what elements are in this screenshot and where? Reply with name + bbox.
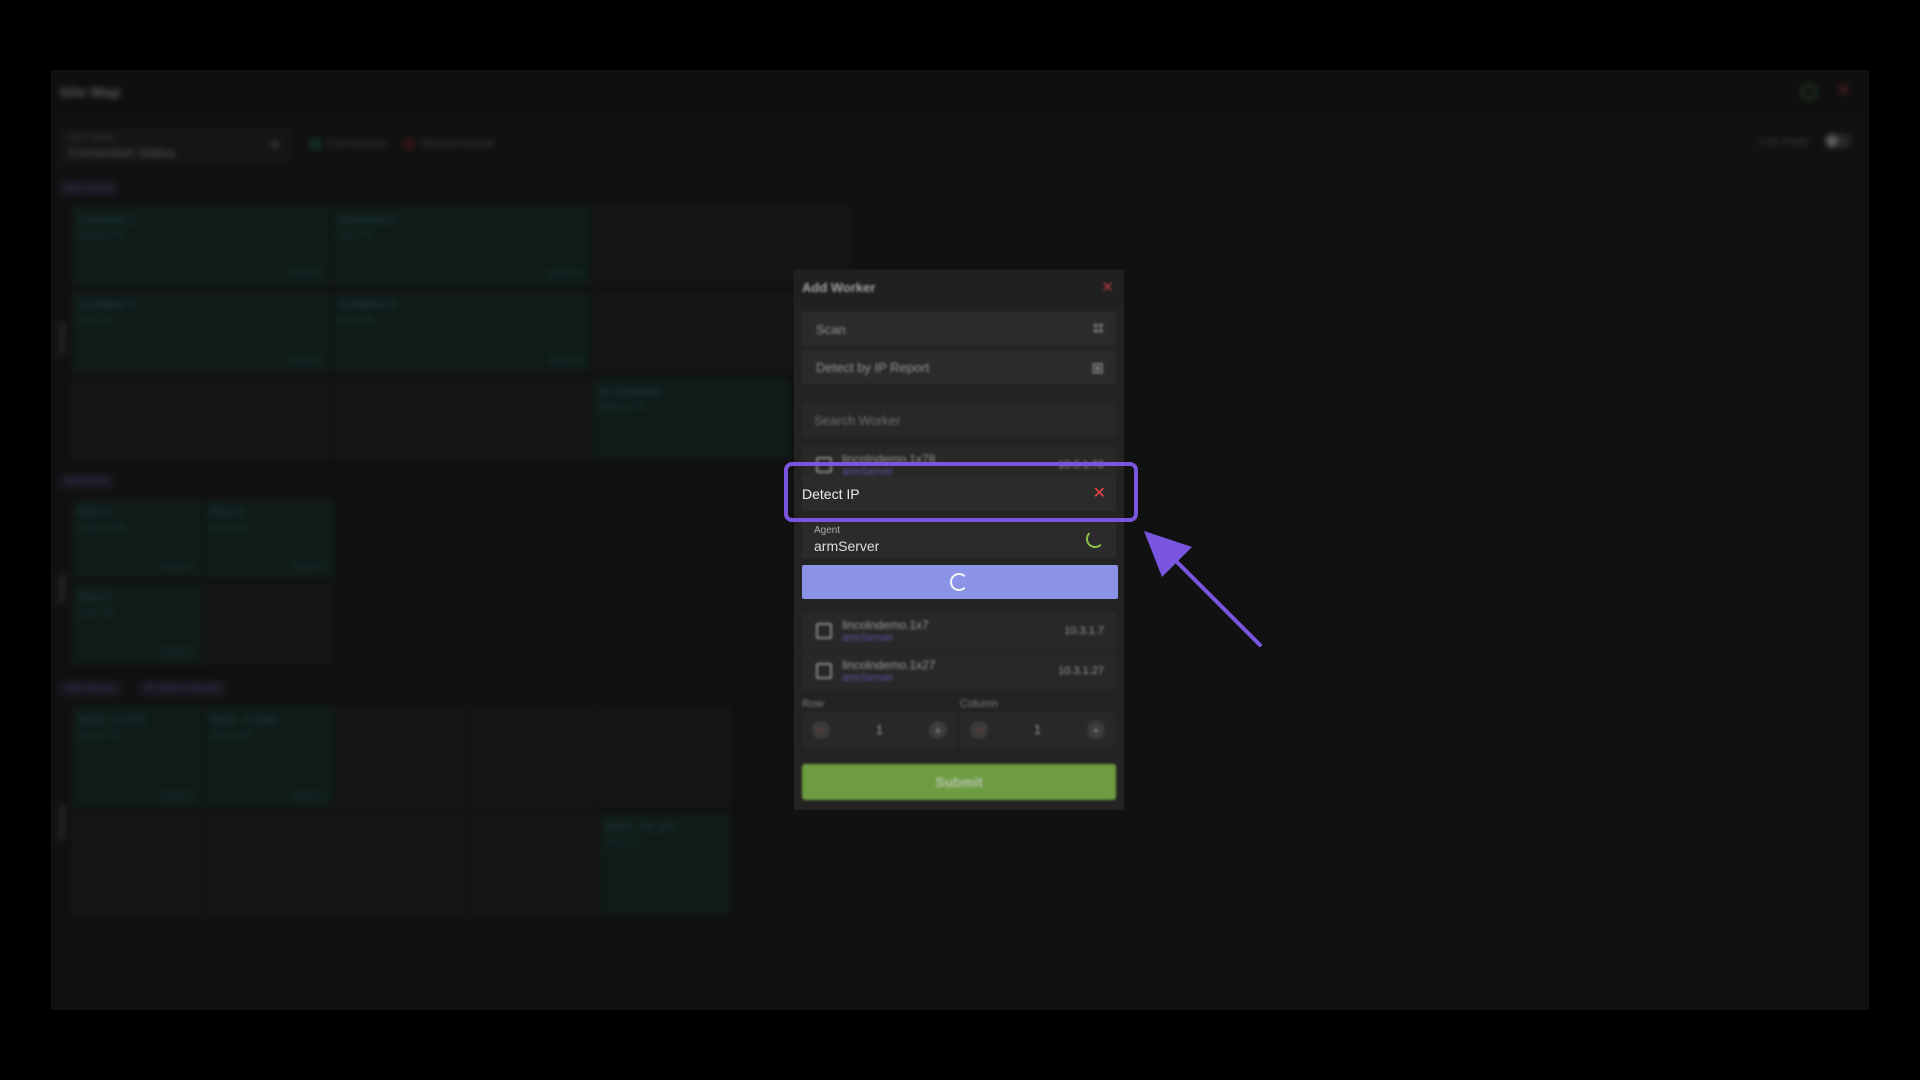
report-icon: ⊞ [1091,360,1104,377]
column-stepper[interactable]: − 1 + [960,712,1115,748]
detect-by-ip-report-option[interactable]: Detect by IP Report ⊞ [802,350,1116,384]
loading-spinner-icon [950,573,968,591]
search-worker-input[interactable]: Search Worker [802,402,1116,438]
worker-ip: 10.3.1.7 [1064,625,1104,637]
highlight-box [784,462,1138,522]
worker-checkbox[interactable] [816,663,832,679]
agent-label: Agent [814,525,841,536]
detect-by-ip-report-label: Detect by IP Report [816,360,930,375]
worker-name: lincolndemo.1x7 [842,618,929,632]
column-label: Column [960,698,998,710]
pointer-arrow-icon [1144,531,1262,647]
worker-ip: 10.3.1.27 [1058,665,1104,677]
dialog-title: Add Worker [802,280,876,295]
row-label: Row [802,698,825,710]
worker-agent: armServer [842,632,894,644]
worker-checkbox[interactable] [816,623,832,639]
detect-ip-loading-button[interactable] [802,565,1118,599]
plus-icon[interactable]: + [929,721,947,739]
scan-icon: ⌗ [1092,318,1104,340]
plus-icon[interactable]: + [1087,721,1105,739]
screenshot-frame: Site Map ✕ View Mode Connection Status ▼… [0,0,1920,1080]
submit-button[interactable]: Submit [802,764,1116,800]
scan-option[interactable]: Scan ⌗ [802,312,1116,346]
row-stepper[interactable]: − 1 + [802,712,957,748]
dialog-header: Add Worker ✕ [794,270,1124,306]
loading-spinner-icon [1086,530,1104,548]
worker-list-item[interactable]: lincolndemo.1x7 armServer 10.3.1.7 [802,612,1116,650]
agent-select[interactable]: Agent armServer [802,522,1116,558]
worker-name: lincolndemo.1x27 [842,658,936,672]
worker-list-item[interactable]: lincolndemo.1x27 armServer 10.3.1.27 [802,652,1116,690]
scan-label: Scan [816,322,846,337]
dialog-close-icon[interactable]: ✕ [1101,278,1114,296]
agent-value: armServer [814,538,880,554]
dialog-body: Scan ⌗ Detect by IP Report ⊞ Search Work… [794,306,1124,810]
worker-agent: armServer [842,672,894,684]
